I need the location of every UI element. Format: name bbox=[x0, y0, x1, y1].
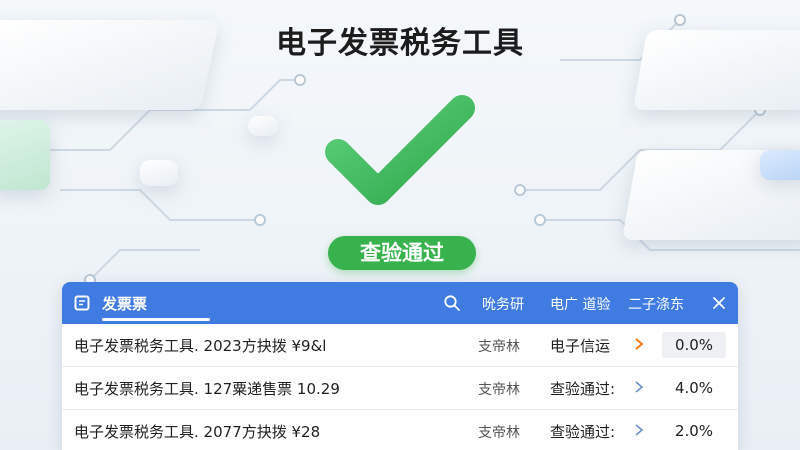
invoice-panel: 发票票 吮务研 电广 道验 二子涤东 电子发票税务工具. 2023方抉拨 ¥9&… bbox=[62, 282, 738, 450]
header-column-3[interactable]: 二子涤东 bbox=[628, 294, 684, 314]
row-description: 电子发票税务工具. 2077方抉拨 ¥28 bbox=[74, 423, 321, 441]
row-vendor: 支帝林 bbox=[478, 425, 520, 441]
chevron-right-icon[interactable] bbox=[634, 380, 644, 394]
search-icon[interactable] bbox=[443, 294, 461, 312]
table-row[interactable]: 电子发票税务工具. 127粟递售票 10.29 支帝林 查验通过: 4.0% bbox=[62, 367, 738, 410]
decor-chip bbox=[140, 160, 178, 186]
row-percent: 0.0% bbox=[662, 332, 726, 358]
header-column-1[interactable]: 吮务研 bbox=[482, 294, 524, 314]
row-status: 查验通过: bbox=[550, 380, 616, 398]
row-vendor: 支帝林 bbox=[478, 382, 520, 398]
decor-chip bbox=[0, 120, 50, 190]
decor-chip bbox=[248, 116, 278, 136]
row-percent: 4.0% bbox=[674, 379, 714, 397]
close-icon[interactable] bbox=[712, 296, 726, 310]
status-badge: 查验通过 bbox=[328, 236, 476, 270]
row-status: 查验通过: bbox=[550, 423, 616, 441]
panel-header: 发票票 吮务研 电广 道验 二子涤东 bbox=[62, 282, 738, 324]
chevron-right-icon[interactable] bbox=[634, 423, 644, 437]
row-percent: 2.0% bbox=[674, 422, 714, 440]
page-title: 电子发票税务工具 bbox=[276, 26, 524, 61]
header-column-2[interactable]: 电广 道验 bbox=[550, 294, 610, 314]
chevron-right-icon[interactable] bbox=[634, 337, 644, 351]
row-description: 电子发票税务工具. 127粟递售票 10.29 bbox=[74, 380, 340, 398]
row-status: 电子信运 bbox=[550, 337, 611, 355]
table-row[interactable]: 电子发票税务工具. 2023方抉拨 ¥9&l 支帝林 电子信运 0.0% bbox=[62, 324, 738, 367]
decor-chip bbox=[760, 150, 800, 180]
active-tab-indicator bbox=[102, 318, 210, 321]
panel-title: 发票票 bbox=[102, 295, 148, 313]
invoice-app-icon bbox=[74, 295, 90, 311]
success-checkmark-icon bbox=[320, 92, 480, 212]
table-row[interactable]: 电子发票税务工具. 2077方抉拨 ¥28 支帝林 查验通过: 2.0% bbox=[62, 410, 738, 450]
row-description: 电子发票税务工具. 2023方抉拨 ¥9&l bbox=[74, 337, 327, 355]
row-vendor: 支帝林 bbox=[478, 339, 520, 355]
